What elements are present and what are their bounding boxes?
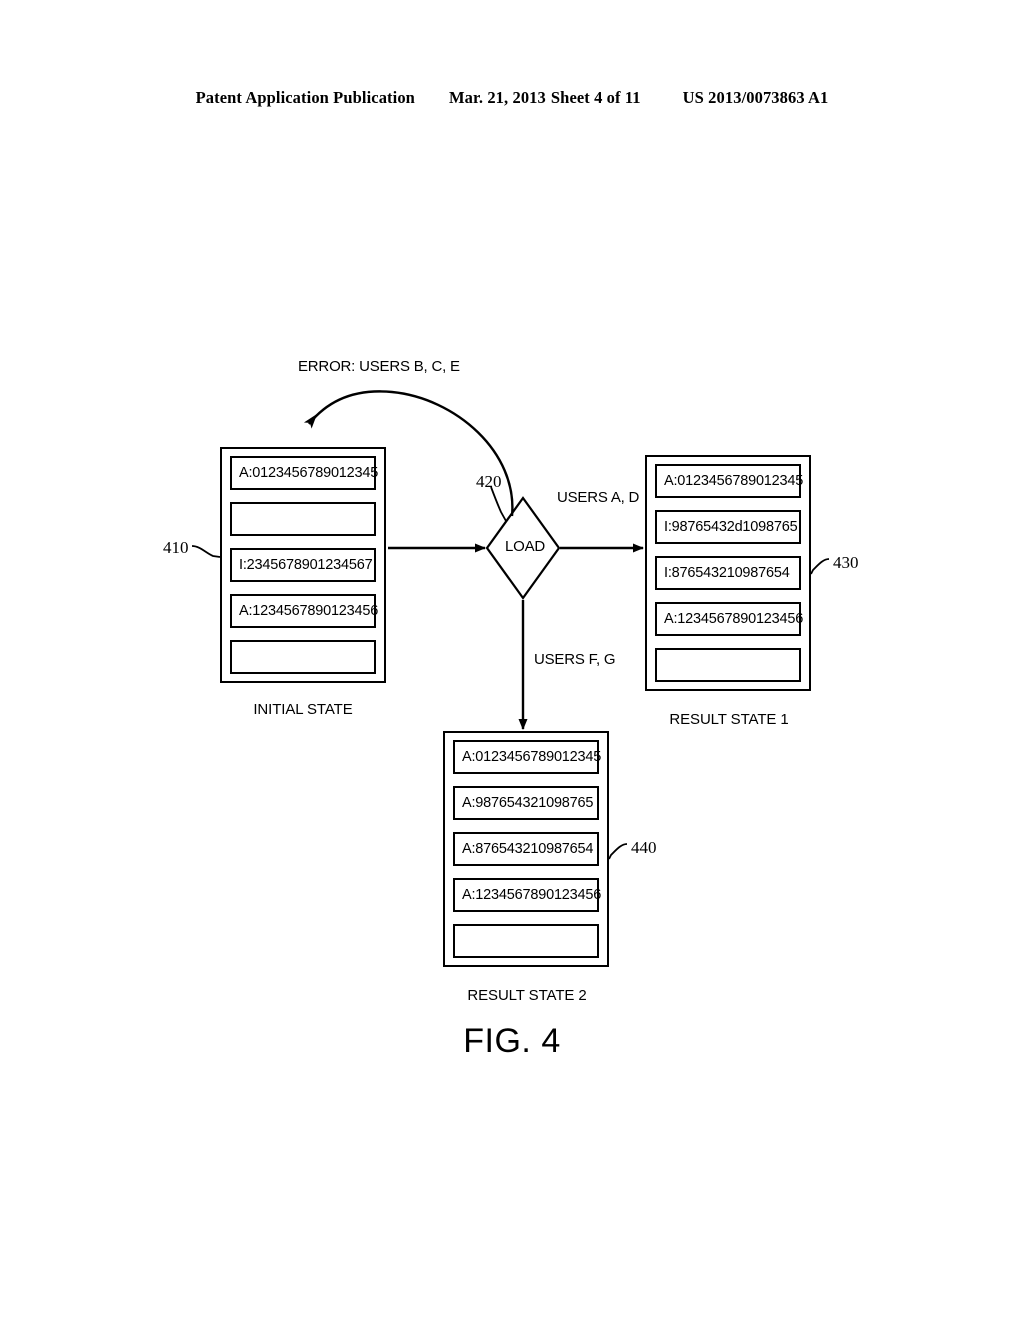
- users-a-d-edge-label: USERS A, D: [557, 489, 640, 506]
- reference-numeral-440: 440: [631, 838, 657, 857]
- result-state-1-slot-2: I:98765432d1098765: [655, 510, 801, 544]
- result-state-2-slot-2: A:987654321098765: [453, 786, 599, 820]
- load-node-label: LOAD: [504, 538, 546, 555]
- leader-line-420: [490, 486, 507, 522]
- result-state-1-caption: RESULT STATE 1: [669, 711, 789, 728]
- result-state-1-slot-4: A:1234567890123456: [655, 602, 803, 636]
- initial-state-slot-5: [230, 640, 376, 674]
- result-state-2-slot-3: A:876543210987654: [453, 832, 599, 866]
- leader-line-430: [810, 558, 830, 575]
- initial-state-box: A:0123456789012345 I:2345678901234567 A:…: [220, 447, 386, 683]
- users-f-g-edge-label: USERS F, G: [534, 651, 616, 668]
- leader-line-440: [608, 843, 628, 860]
- initial-state-slot-2: [230, 502, 376, 536]
- result-state-2-slot-4: A:1234567890123456: [453, 878, 601, 912]
- result-state-1-slot-5: [655, 648, 801, 682]
- error-edge-label: ERROR: USERS B, C, E: [298, 358, 460, 375]
- result-state-2-box: A:0123456789012345 A:987654321098765 A:8…: [443, 731, 609, 967]
- result-state-2-slot-1: A:0123456789012345: [453, 740, 601, 774]
- result-state-1-slot-3: I:876543210987654: [655, 556, 801, 590]
- patent-figure-page: Patent Application Publication Mar. 21, …: [0, 0, 1024, 1320]
- leader-line-410: [191, 545, 221, 558]
- result-state-2-slot-5: [453, 924, 599, 958]
- result-state-2-caption: RESULT STATE 2: [467, 987, 587, 1004]
- figure-caption: FIG. 4: [463, 1022, 561, 1060]
- reference-numeral-430: 430: [833, 553, 859, 572]
- initial-state-caption: INITIAL STATE: [253, 701, 353, 718]
- result-state-1-slot-1: A:0123456789012345: [655, 464, 803, 498]
- diagram-connectors: [191, 390, 830, 860]
- result-state-1-box: A:0123456789012345 I:98765432d1098765 I:…: [645, 455, 811, 691]
- figure-4-diagram: LOAD A:0123456789012345 I:23456789012345…: [0, 0, 1024, 1320]
- reference-numeral-420: 420: [476, 472, 502, 491]
- initial-state-slot-3: I:2345678901234567: [230, 548, 376, 582]
- initial-state-slot-4: A:1234567890123456: [230, 594, 378, 628]
- initial-state-slot-1: A:0123456789012345: [230, 456, 378, 490]
- reference-numeral-410: 410: [163, 538, 189, 557]
